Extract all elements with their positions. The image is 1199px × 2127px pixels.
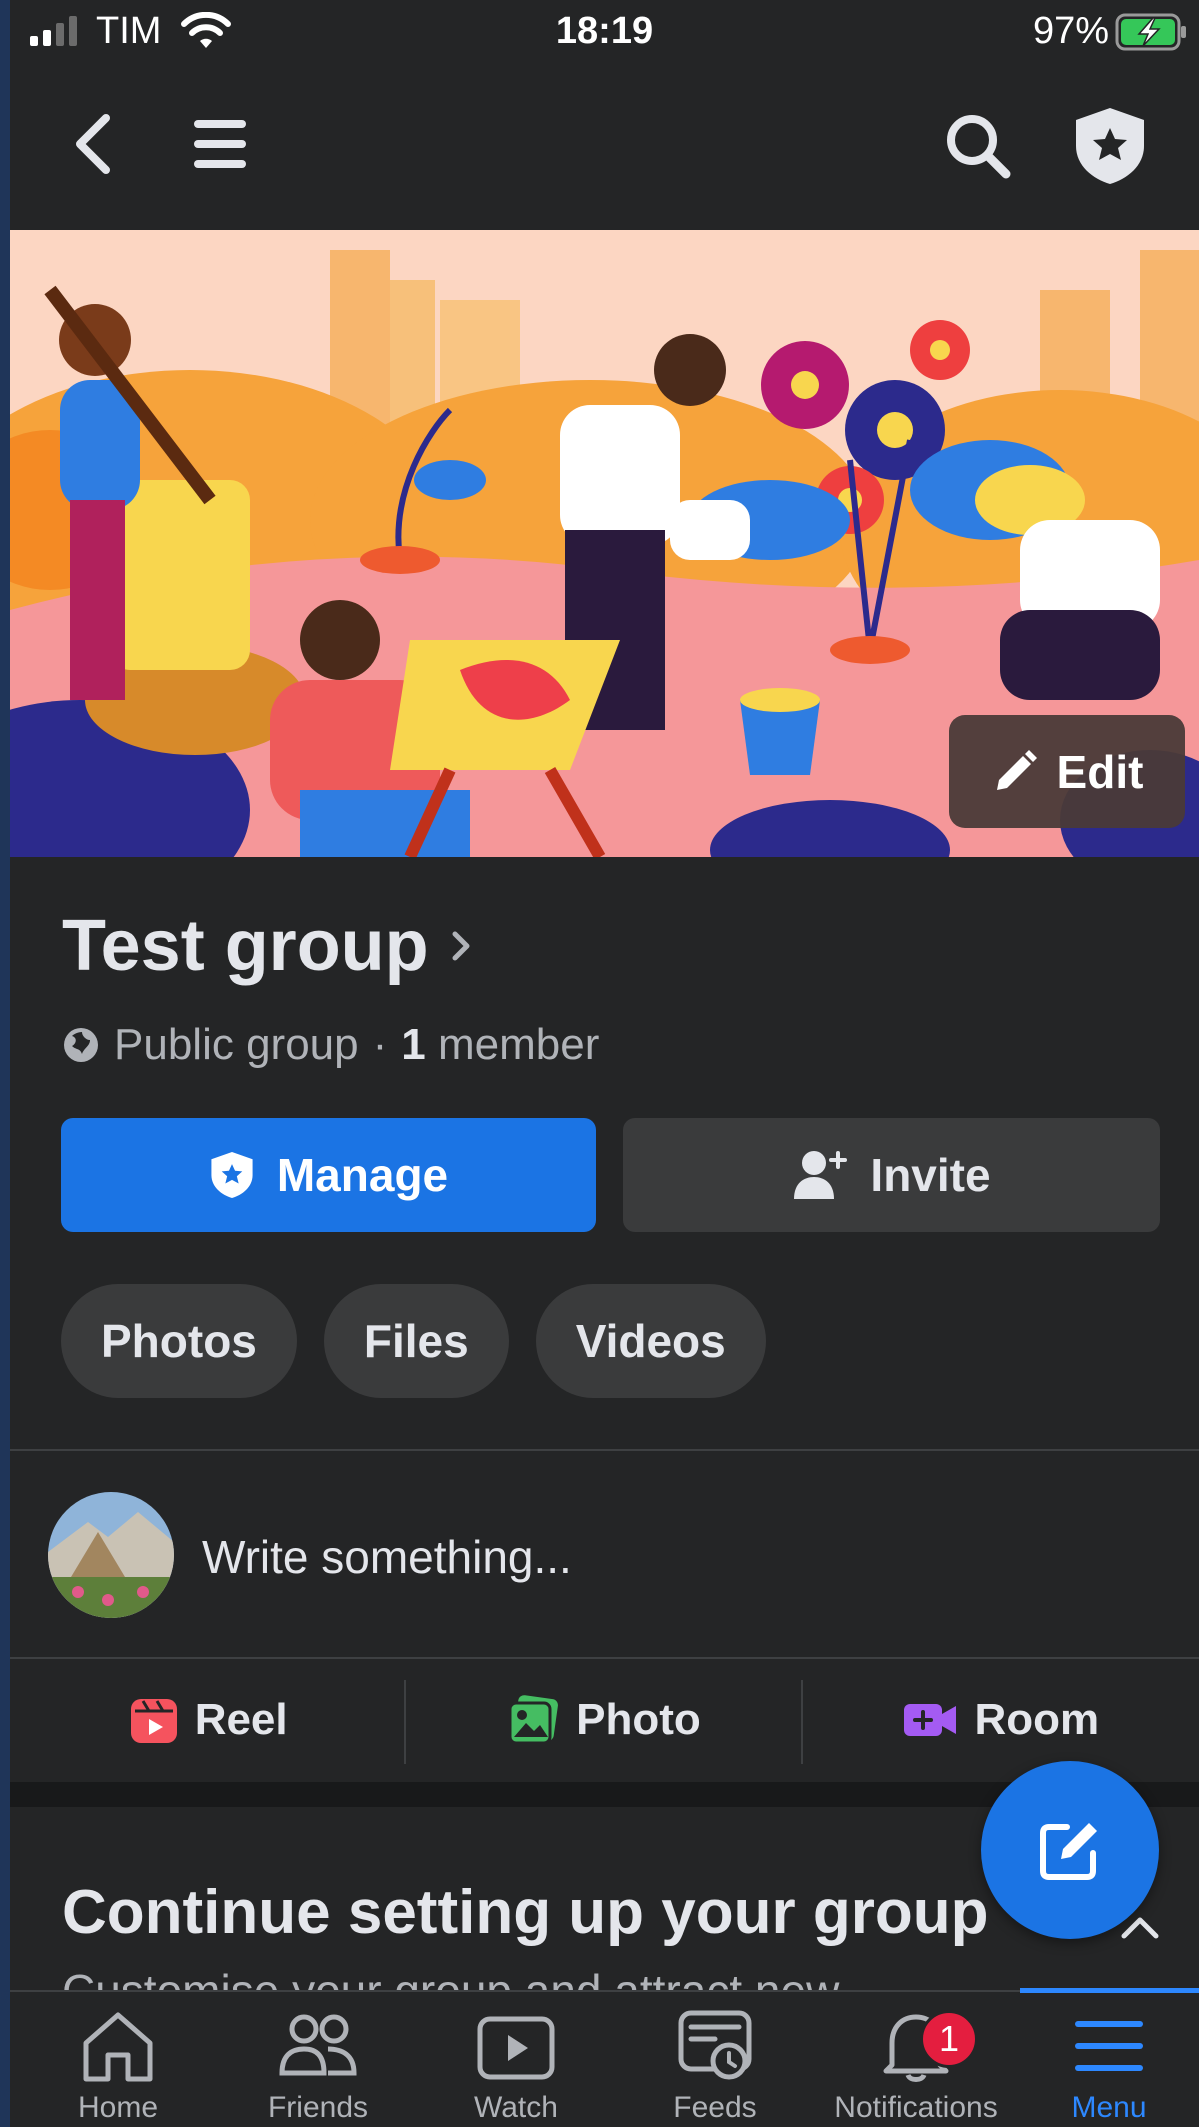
bottom-tab-bar: Home Friends Watch Feeds Notifications 1… (10, 1988, 1199, 2127)
feeds-icon (678, 2010, 752, 2080)
chip-videos[interactable]: Videos (535, 1284, 766, 1398)
member-count: 1 (401, 1020, 426, 1069)
tab-notifications-label: Notifications (834, 2091, 998, 2124)
room-label: Room (974, 1695, 1100, 1744)
hamburger-menu-icon[interactable] (190, 114, 250, 174)
battery-charging-icon (1115, 13, 1186, 51)
chip-files[interactable]: Files (323, 1284, 509, 1398)
photo-icon (508, 1695, 559, 1745)
edit-cover-label: Edit (1056, 745, 1144, 798)
tab-friends[interactable]: Friends (218, 1992, 418, 2127)
status-bar: TIM 18:19 97% (10, 0, 1199, 70)
tab-home[interactable]: Home (18, 1992, 218, 2127)
invite-label: Invite (870, 1149, 991, 1201)
member-count-text[interactable]: 1 member (401, 1020, 599, 1070)
admin-shield-icon (211, 1152, 253, 1198)
back-icon[interactable] (68, 110, 118, 178)
compose-icon (1040, 1823, 1097, 1880)
group-name: Test group (62, 906, 429, 986)
friends-icon (279, 2014, 357, 2076)
tab-menu-label: Menu (1071, 2091, 1147, 2124)
home-icon (83, 2012, 153, 2082)
manage-label: Manage (276, 1149, 449, 1201)
group-title-row[interactable]: Test group (62, 905, 475, 987)
reel-button[interactable]: Reel (10, 1660, 407, 1780)
member-label: member (437, 1020, 600, 1069)
reel-label: Reel (194, 1695, 288, 1744)
watch-icon (477, 2016, 555, 2080)
compose-post-button[interactable] (981, 1761, 1159, 1939)
admin-shield-icon[interactable] (1072, 106, 1148, 186)
divider (10, 1449, 1199, 1451)
screen: TIM 18:19 97% Edit Test group Public gro… (10, 0, 1199, 2127)
manage-button[interactable]: Manage (61, 1118, 596, 1232)
tab-friends-label: Friends (267, 2091, 369, 2124)
clock: 18:19 (555, 10, 654, 52)
setup-title: Continue setting up your group (62, 1878, 989, 1947)
tab-feeds[interactable]: Feeds (615, 1992, 815, 2127)
group-cover-photo[interactable]: Edit (10, 230, 1199, 857)
battery-percent: 97% (1032, 10, 1109, 52)
tab-watch-label: Watch (474, 2091, 558, 2124)
privacy-label: Public group (114, 1020, 359, 1069)
group-meta: Public group · 1 member (62, 1020, 599, 1070)
notification-badge: 1 (920, 2010, 978, 2068)
tab-menu[interactable]: Menu (1009, 1992, 1199, 2127)
add-person-icon (794, 1151, 848, 1199)
video-room-icon (904, 1704, 957, 1736)
invite-button[interactable]: Invite (623, 1118, 1160, 1232)
write-something-input[interactable]: Write something... (202, 1530, 572, 1584)
post-actions: Reel Photo Room (10, 1660, 1199, 1780)
avatar[interactable] (48, 1492, 174, 1618)
meta-separator: · (372, 1020, 388, 1069)
photo-button[interactable]: Photo (406, 1660, 803, 1780)
globe-icon (64, 1028, 98, 1062)
edit-cover-button[interactable]: Edit (949, 715, 1185, 828)
tab-feeds-label: Feeds (673, 2091, 757, 2124)
chip-photos[interactable]: Photos (61, 1284, 297, 1398)
pencil-icon (996, 749, 1037, 790)
tab-home-label: Home (77, 2091, 159, 2124)
menu-icon (1075, 2021, 1143, 2071)
reel-icon (130, 1699, 177, 1743)
media-chips: Photos Files Videos (61, 1284, 766, 1398)
divider (10, 1657, 1199, 1659)
chevron-right-icon (452, 931, 470, 961)
tab-notifications[interactable]: Notifications 1 (816, 1992, 1016, 2127)
search-icon[interactable] (942, 110, 1014, 182)
photo-label: Photo (576, 1695, 701, 1744)
room-button[interactable]: Room (803, 1660, 1199, 1780)
post-composer[interactable]: Write something... (10, 1452, 1199, 1658)
top-nav (10, 70, 1199, 230)
tab-watch[interactable]: Watch (416, 1992, 616, 2127)
